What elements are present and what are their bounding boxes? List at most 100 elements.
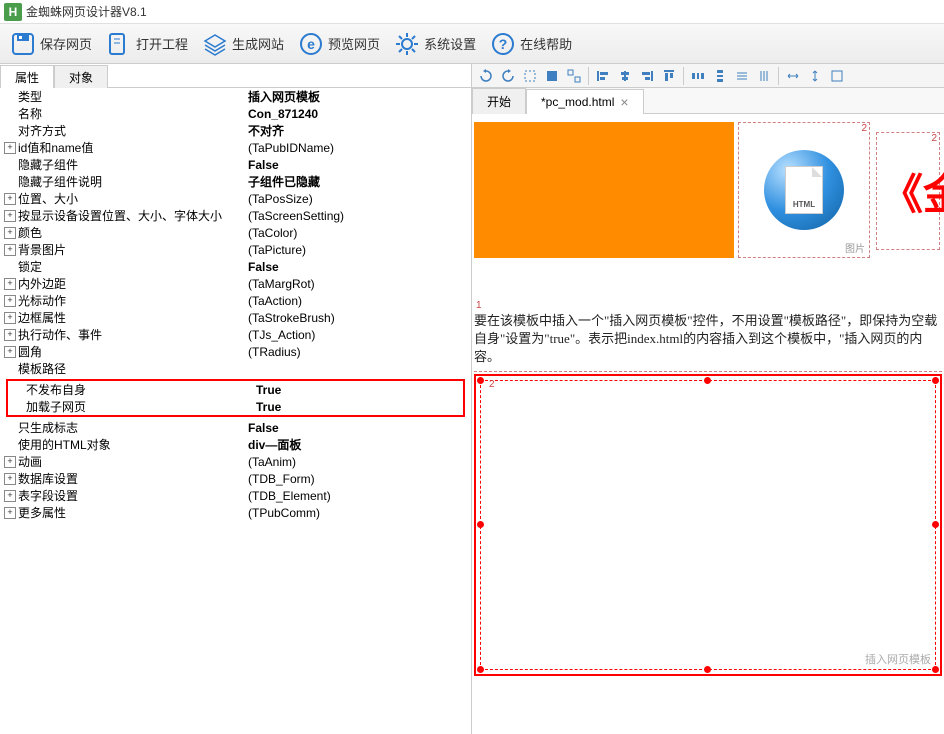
canvas[interactable]: 2 HTML 图片 2 《金 1 要在该模板中插入一个"插入网页模板"控件，不用… [472,114,944,734]
distribute-h-icon[interactable] [690,68,706,84]
property-row[interactable]: +光标动作(TaAction) [0,292,471,309]
property-row[interactable]: +表字段设置(TDB_Element) [0,487,471,504]
select-icon[interactable] [522,68,538,84]
align-left-icon[interactable] [595,68,611,84]
generate-button[interactable]: 生成网站 [195,26,289,62]
property-value[interactable]: True [256,400,463,414]
property-value[interactable]: (TaAction) [248,294,471,308]
property-row[interactable]: 使用的HTML对象div—面板 [0,436,471,453]
property-row[interactable]: +背景图片(TaPicture) [0,241,471,258]
property-value[interactable]: Con_871240 [248,107,471,121]
save-button[interactable]: 保存网页 [3,26,97,62]
expand-icon[interactable]: + [4,346,16,358]
property-row[interactable]: 类型插入网页模板 [0,88,471,105]
property-row[interactable]: +更多属性(TPubComm) [0,504,471,521]
property-value[interactable]: (TPubComm) [248,506,471,520]
align-center-icon[interactable] [617,68,633,84]
property-row[interactable]: +边框属性(TaStrokeBrush) [0,309,471,326]
snap-icon[interactable] [756,68,772,84]
property-value[interactable]: div—面板 [248,436,471,453]
property-value[interactable]: 子组件已隐藏 [248,173,471,190]
property-value[interactable]: (TaAnim) [248,455,471,469]
property-row[interactable]: +id值和name值(TaPubIDName) [0,139,471,156]
expand-icon[interactable]: + [4,312,16,324]
property-row[interactable]: 加载子网页True [8,398,463,415]
property-row[interactable]: +数据库设置(TDB_Form) [0,470,471,487]
expand-icon[interactable]: + [4,210,16,222]
tab-start[interactable]: 开始 [472,88,526,114]
property-row[interactable]: +执行动作、事件(TJs_Action) [0,326,471,343]
size-icon[interactable] [829,68,845,84]
expand-icon[interactable]: + [4,507,16,519]
expand-icon[interactable]: + [4,456,16,468]
align-right-icon[interactable] [639,68,655,84]
property-row[interactable]: 模板路径 [0,360,471,377]
property-value[interactable]: (TaPubIDName) [248,141,471,155]
property-value[interactable]: (TDB_Element) [248,489,471,503]
property-value[interactable]: (TaScreenSetting) [248,209,471,223]
tab-file[interactable]: *pc_mod.html × [526,89,644,114]
property-value[interactable]: (TJs_Action) [248,328,471,342]
module-icon[interactable] [544,68,560,84]
grid-icon[interactable] [734,68,750,84]
property-row[interactable]: +按显示设备设置位置、大小、字体大小(TaScreenSetting) [0,207,471,224]
property-value[interactable]: (TaPicture) [248,243,471,257]
expand-icon[interactable]: + [4,295,16,307]
tab-objects[interactable]: 对象 [54,65,108,88]
settings-button[interactable]: 系统设置 [387,26,481,62]
property-value[interactable]: (TaMargRot) [248,277,471,291]
property-row[interactable]: +圆角(TRadius) [0,343,471,360]
distribute-v-icon[interactable] [712,68,728,84]
resize-handle[interactable] [704,377,711,384]
width-icon[interactable] [785,68,801,84]
redo-icon[interactable] [500,68,516,84]
align-top-icon[interactable] [661,68,677,84]
property-row[interactable]: 名称Con_871240 [0,105,471,122]
property-value[interactable]: False [248,421,471,435]
resize-handle[interactable] [477,377,484,384]
property-list[interactable]: 类型插入网页模板名称Con_871240对齐方式不对齐+id值和name值(Ta… [0,88,471,734]
property-value[interactable]: (TRadius) [248,345,471,359]
property-row[interactable]: +动画(TaAnim) [0,453,471,470]
property-row[interactable]: 隐藏子组件说明子组件已隐藏 [0,173,471,190]
expand-icon[interactable] [566,68,582,84]
open-button[interactable]: 打开工程 [99,26,193,62]
expand-icon[interactable]: + [4,142,16,154]
orange-block[interactable] [474,122,734,258]
tab-attributes[interactable]: 属性 [0,65,54,88]
expand-icon[interactable]: + [4,329,16,341]
property-value[interactable]: 插入网页模板 [248,88,471,105]
resize-handle[interactable] [932,377,939,384]
expand-icon[interactable]: + [4,227,16,239]
expand-icon[interactable]: + [4,490,16,502]
property-row[interactable]: +颜色(TaColor) [0,224,471,241]
height-icon[interactable] [807,68,823,84]
resize-handle[interactable] [477,521,484,528]
resize-handle[interactable] [477,666,484,673]
property-row[interactable]: 对齐方式不对齐 [0,122,471,139]
expand-icon[interactable]: + [4,278,16,290]
template-widget[interactable]: 2 插入网页模板 [480,380,936,670]
property-row[interactable]: 不发布自身True [8,381,463,398]
html-image-widget[interactable]: 2 HTML 图片 [738,122,870,258]
property-value[interactable]: 不对齐 [248,122,471,139]
property-row[interactable]: +位置、大小(TaPosSize) [0,190,471,207]
property-value[interactable]: True [256,383,463,397]
property-value[interactable]: (TaColor) [248,226,471,240]
text-widget[interactable]: 2 《金 [876,132,940,250]
property-row[interactable]: +内外边距(TaMargRot) [0,275,471,292]
property-row[interactable]: 只生成标志False [0,419,471,436]
property-row[interactable]: 隐藏子组件False [0,156,471,173]
property-value[interactable]: (TaStrokeBrush) [248,311,471,325]
property-value[interactable]: (TDB_Form) [248,472,471,486]
resize-handle[interactable] [932,521,939,528]
expand-icon[interactable]: + [4,193,16,205]
property-value[interactable]: False [248,260,471,274]
expand-icon[interactable]: + [4,473,16,485]
property-value[interactable]: False [248,158,471,172]
property-row[interactable]: 锁定False [0,258,471,275]
property-value[interactable]: (TaPosSize) [248,192,471,206]
close-icon[interactable]: × [620,94,628,110]
undo-icon[interactable] [478,68,494,84]
expand-icon[interactable]: + [4,244,16,256]
